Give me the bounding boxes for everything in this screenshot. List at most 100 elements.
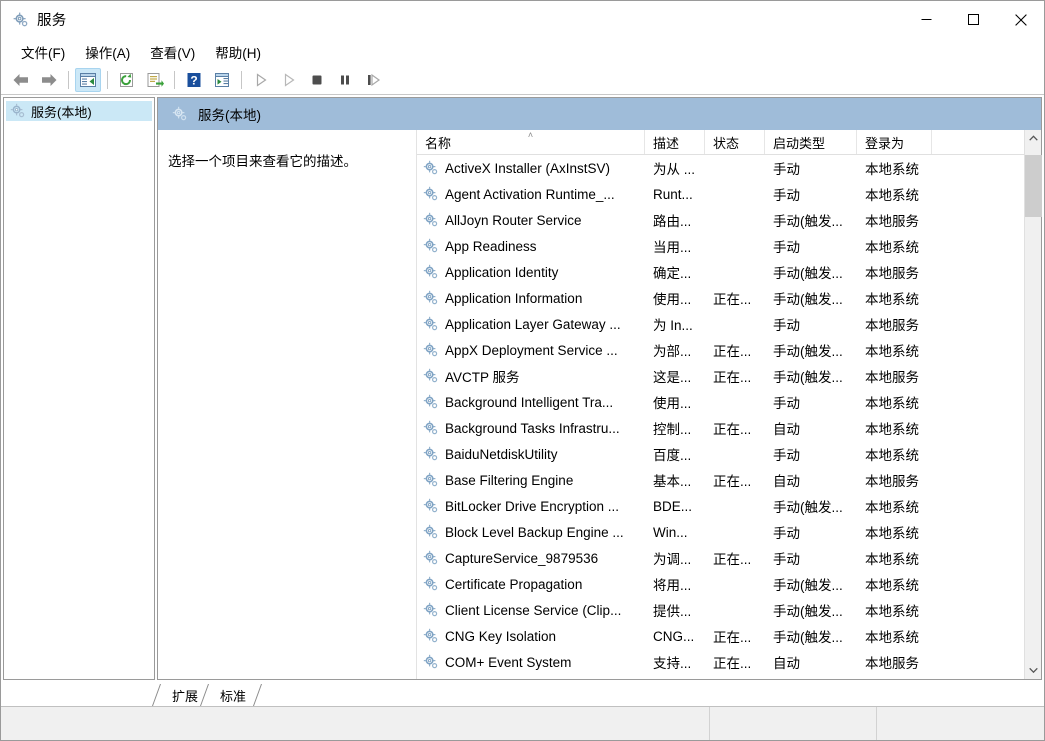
tab-standard[interactable]: 标准 <box>200 684 263 706</box>
refresh-icon[interactable] <box>114 68 140 92</box>
cell-log-on-as: 本地系统 <box>865 448 919 463</box>
cell-service-name: App Readiness <box>417 238 645 254</box>
restart-service-icon[interactable] <box>360 68 386 92</box>
column-header-name[interactable]: 名称 ˄ <box>417 130 645 154</box>
cell-log-on-as: 本地系统 <box>865 344 919 359</box>
services-rows: ActiveX Installer (AxInstSV) 为从 ... 手动 本地系统… <box>417 155 1024 679</box>
table-row[interactable]: App Readiness 当用... 手动 本地系统 <box>417 233 1024 259</box>
main-area: 服务(本地) 服务(本地) 选择一个项目来查看它的描述。 名称 ˄ 描述 状态 … <box>1 95 1044 680</box>
cell-service-name: BitLocker Drive Encryption ... <box>417 498 645 514</box>
menu-help[interactable]: 帮助(H) <box>205 39 271 65</box>
table-row[interactable]: Application Layer Gateway ... 为 In... 手动 本地… <box>417 311 1024 337</box>
scroll-up-icon[interactable] <box>1025 130 1041 147</box>
table-row[interactable]: Application Identity 确定... 手动(触发... 本地服务 <box>417 259 1024 285</box>
cell-startup-type: 自动 <box>773 474 800 489</box>
export-list-icon[interactable] <box>142 68 168 92</box>
table-row[interactable]: Background Tasks Infrastru... 控制... 正在... 自… <box>417 415 1024 441</box>
resume-service-icon[interactable] <box>276 68 302 92</box>
cell-log-on-as: 本地系统 <box>865 422 919 437</box>
cell-service-name-label: Application Layer Gateway ... <box>445 316 621 332</box>
service-gear-icon <box>423 368 439 384</box>
start-service-icon[interactable] <box>248 68 274 92</box>
properties-icon[interactable] <box>209 68 235 92</box>
service-gear-icon <box>423 654 439 670</box>
table-row[interactable]: CNG Key Isolation CNG... 正在... 手动(触发... 本地系统 <box>417 623 1024 649</box>
services-gear-icon <box>10 103 26 119</box>
column-header-startup-type[interactable]: 启动类型 <box>765 130 857 154</box>
minimize-button[interactable] <box>903 1 950 38</box>
table-row[interactable]: Block Level Backup Engine ... Win... 手动 本地系… <box>417 519 1024 545</box>
cell-startup-type: 手动(触发... <box>773 604 843 619</box>
cell-description: 将用... <box>653 578 692 593</box>
cell-service-name: AllJoyn Router Service <box>417 212 645 228</box>
cell-log-on-as: 本地系统 <box>865 630 919 645</box>
column-header-log-on-as[interactable]: 登录为 <box>857 130 932 154</box>
column-header-status[interactable]: 状态 <box>705 130 765 154</box>
cell-service-name: Application Layer Gateway ... <box>417 316 645 332</box>
cell-startup-type: 手动(触发... <box>773 500 843 515</box>
cell-service-name-label: CNG Key Isolation <box>445 628 557 644</box>
scrollbar-track[interactable] <box>1025 147 1042 662</box>
cell-description: 百度... <box>653 448 692 463</box>
cell-startup-type: 手动(触发... <box>773 266 843 281</box>
show-hide-console-tree-icon[interactable] <box>75 67 101 92</box>
scrollbar-thumb[interactable] <box>1025 155 1042 217</box>
cell-service-name-label: Application Information <box>445 290 583 306</box>
cell-service-name-label: AllJoyn Router Service <box>445 212 582 228</box>
description-placeholder: 选择一个项目来查看它的描述。 <box>168 154 357 169</box>
tab-standard-label: 标准 <box>220 688 247 704</box>
toolbar: ? <box>1 65 1044 95</box>
column-header-description[interactable]: 描述 <box>645 130 705 154</box>
cell-startup-type: 自动 <box>773 422 800 437</box>
tab-edge-left <box>151 684 171 706</box>
table-row[interactable]: COM+ Event System 支持... 正在... 自动 本地服务 <box>417 649 1024 675</box>
toolbar-separator <box>174 70 175 89</box>
cell-service-name-label: App Readiness <box>445 238 537 254</box>
table-row[interactable]: ActiveX Installer (AxInstSV) 为从 ... 手动 本地系统 <box>417 155 1024 181</box>
table-row[interactable]: AVCTP 服务 这是... 正在... 手动(触发... 本地服务 <box>417 363 1024 389</box>
cell-service-name: ActiveX Installer (AxInstSV) <box>417 160 645 176</box>
column-header-filler[interactable] <box>932 130 1024 154</box>
table-row[interactable]: BitLocker Drive Encryption ... BDE... 手动(触… <box>417 493 1024 519</box>
window-controls <box>903 1 1044 38</box>
cell-description: 为部... <box>653 344 692 359</box>
cell-startup-type: 手动(触发... <box>773 578 843 593</box>
cell-log-on-as: 本地系统 <box>865 292 919 307</box>
scroll-down-icon[interactable] <box>1025 662 1041 679</box>
cell-service-name-label: Client License Service (Clip... <box>445 602 622 618</box>
table-row[interactable]: Client License Service (Clip... 提供... 手动(触… <box>417 597 1024 623</box>
cell-description: BDE... <box>653 498 693 514</box>
tree-item-services-local[interactable]: 服务(本地) <box>6 101 152 121</box>
stop-service-icon[interactable] <box>304 68 330 92</box>
table-row[interactable]: AppX Deployment Service ... 为部... 正在... 手动(… <box>417 337 1024 363</box>
forward-arrow-icon[interactable] <box>36 68 62 92</box>
tab-extended-label: 扩展 <box>172 688 199 704</box>
table-row[interactable]: Agent Activation Runtime_... Runt... 手动 本地系… <box>417 181 1024 207</box>
vertical-scrollbar[interactable] <box>1024 130 1042 679</box>
menu-action[interactable]: 操作(A) <box>75 39 140 65</box>
cell-log-on-as: 本地系统 <box>865 500 919 515</box>
cell-status: 正在... <box>713 656 752 671</box>
table-row[interactable]: Base Filtering Engine 基本... 正在... 自动 本地服务 <box>417 467 1024 493</box>
cell-service-name-label: Background Tasks Infrastru... <box>445 420 620 436</box>
cell-startup-type: 手动(触发... <box>773 630 843 645</box>
help-icon[interactable]: ? <box>181 68 207 92</box>
cell-service-name: AVCTP 服务 <box>417 366 645 386</box>
back-arrow-icon[interactable] <box>8 68 34 92</box>
tab-edge-right <box>244 684 263 706</box>
table-row[interactable]: Application Information 使用... 正在... 手动(触发..… <box>417 285 1024 311</box>
table-row[interactable]: AllJoyn Router Service 路由... 手动(触发... 本地服务 <box>417 207 1024 233</box>
pause-service-icon[interactable] <box>332 68 358 92</box>
cell-startup-type: 手动 <box>773 240 800 255</box>
table-row[interactable]: Background Intelligent Tra... 使用... 手动 本地系统 <box>417 389 1024 415</box>
close-button[interactable] <box>997 1 1044 38</box>
table-row[interactable]: CaptureService_9879536 为调... 正在... 手动 本地系统 <box>417 545 1024 571</box>
table-row[interactable]: BaiduNetdiskUtility 百度... 手动 本地系统 <box>417 441 1024 467</box>
menu-file[interactable]: 文件(F) <box>11 39 75 65</box>
column-header-log-on-as-label: 登录为 <box>865 135 905 151</box>
menu-view[interactable]: 查看(V) <box>140 39 205 65</box>
maximize-button[interactable] <box>950 1 997 38</box>
cell-description: 确定... <box>653 266 692 281</box>
cell-description: Win... <box>653 524 688 540</box>
table-row[interactable]: Certificate Propagation 将用... 手动(触发... 本地系统 <box>417 571 1024 597</box>
